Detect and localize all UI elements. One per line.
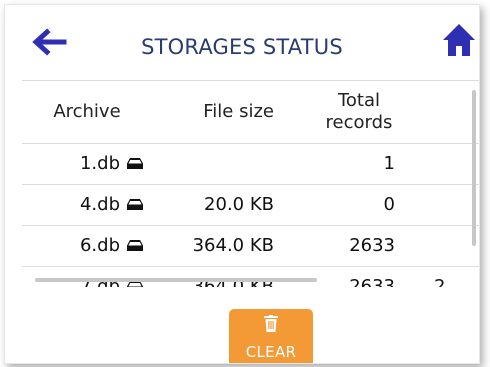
horizontal-scrollbar[interactable] [35,278,317,282]
app-window: STORAGES STATUS Archive File size Total … [4,4,480,364]
page-title: STORAGES STATUS [141,35,343,59]
file-size-cell: 364.0 KB [152,266,280,287]
clear-button[interactable]: CLEAR [229,309,313,363]
home-icon[interactable] [442,22,476,58]
overflow-cell [412,184,479,226]
archive-cell: 7.db [22,266,152,287]
file-size-cell: 20.0 KB [152,184,280,226]
header-bar: STORAGES STATUS [5,5,479,80]
archive-cell: 4.db [22,184,152,226]
trash-icon [264,315,278,332]
archive-cell: 1.db [22,143,152,185]
overflow-cell [412,225,479,267]
table-row[interactable]: 4.db 20.0 KB 0 [22,184,479,226]
table-row[interactable]: 7.db 364.0 KB 2633 2 [22,266,479,287]
table-header-row: Archive File size Total records [22,81,479,144]
table-row[interactable]: 1.db 1 [22,143,479,185]
archive-cell: 6.db [22,225,152,267]
storage-table: Archive File size Total records 1.db 1 4… [22,81,479,287]
vertical-scrollbar[interactable] [472,90,476,246]
overflow-cell [412,143,479,185]
table-row[interactable]: 6.db 364.0 KB 2633 [22,225,479,267]
storage-drive-icon [127,199,143,210]
column-header-archive: Archive [22,81,152,144]
total-records-cell: 2633 [280,225,412,267]
column-header-file-size: File size [152,81,280,144]
clear-button-label: CLEAR [245,343,297,361]
total-records-cell: 0 [280,184,412,226]
overflow-cell: 2 [412,266,479,287]
column-header-total-records: Total records [280,81,412,144]
total-records-cell: 2633 [280,266,412,287]
archive-name: 4.db [79,194,120,215]
file-size-cell [152,143,280,185]
storage-drive-icon [127,240,143,251]
storage-table-container[interactable]: Archive File size Total records 1.db 1 4… [22,80,479,287]
storage-drive-icon [127,158,143,169]
archive-name: 1.db [79,153,120,174]
archive-name: 6.db [79,235,120,256]
file-size-cell: 364.0 KB [152,225,280,267]
total-records-cell: 1 [280,143,412,185]
column-header-overflow [412,81,479,144]
